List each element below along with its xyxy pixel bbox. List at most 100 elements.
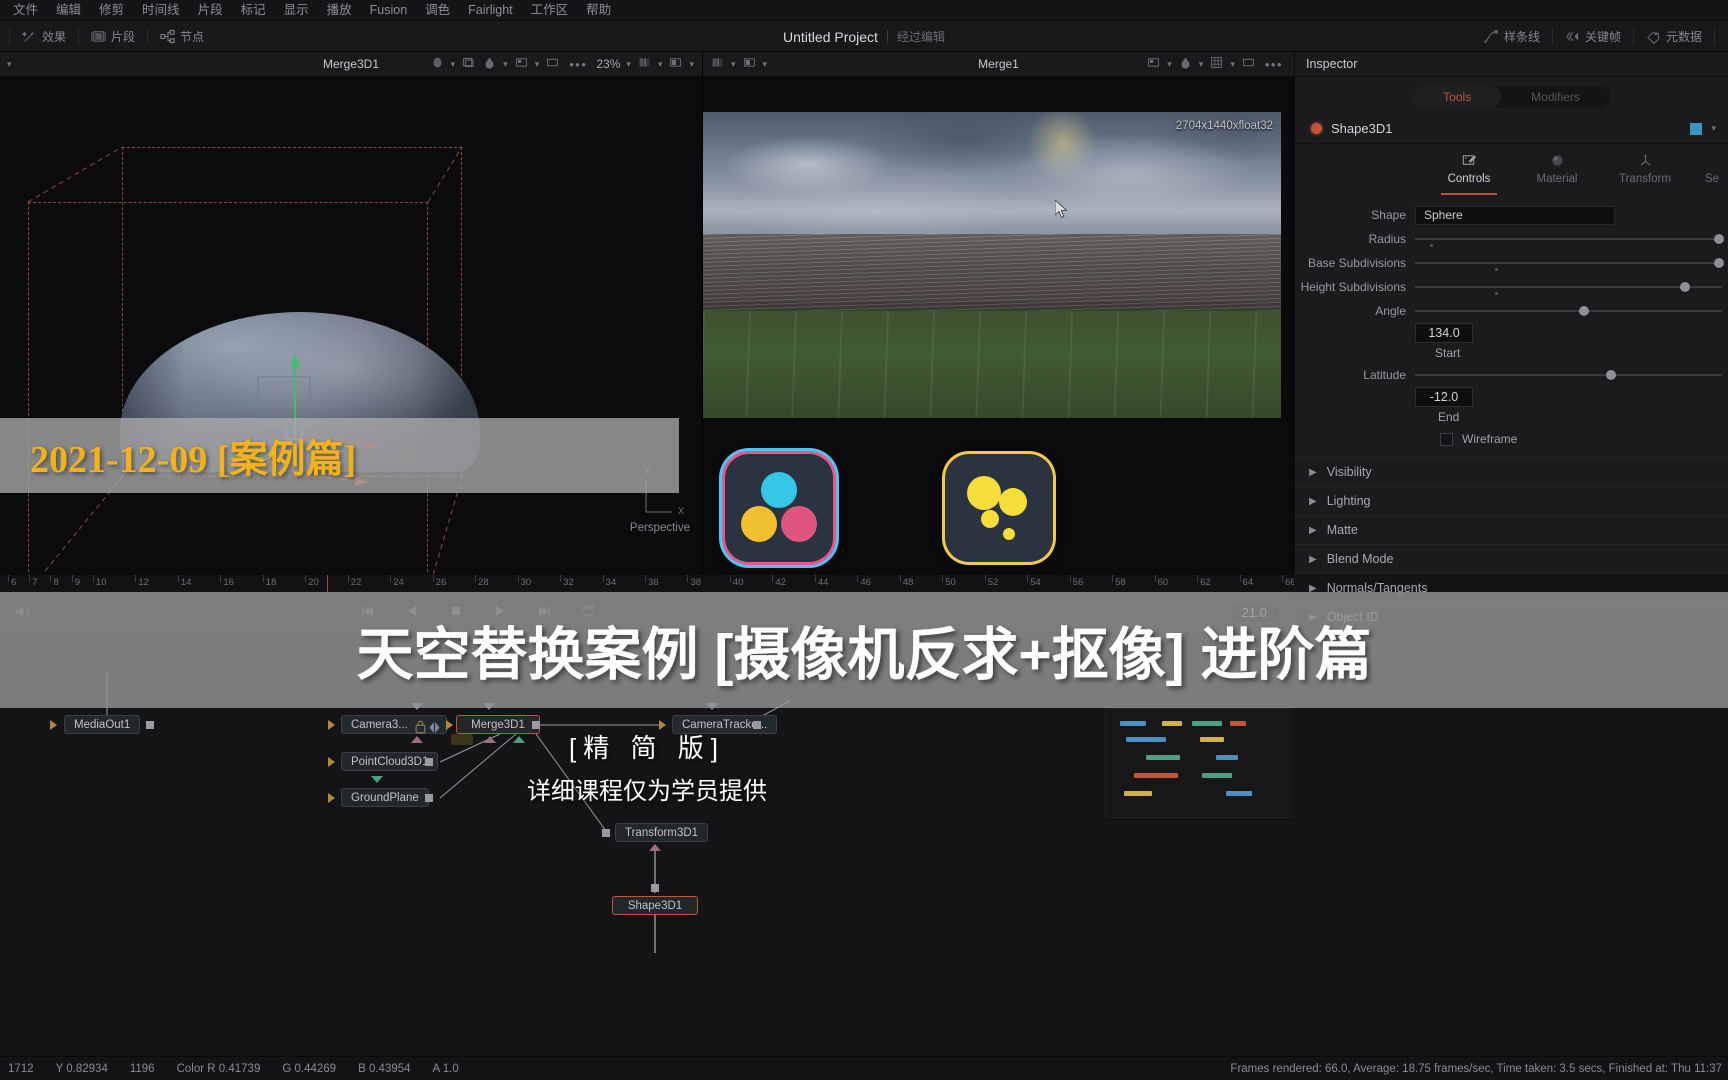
viewer-right-more-icon[interactable]: •••	[1260, 57, 1288, 72]
node-mediaout1[interactable]: MediaOut1	[64, 715, 141, 734]
tab-settings[interactable]: Se	[1702, 153, 1722, 195]
node-pointcloud3d1[interactable]: PointCloud3D1	[341, 752, 439, 771]
slider-knob[interactable]	[1680, 282, 1691, 292]
param-height-subdivisions-slider[interactable]	[1415, 281, 1722, 295]
viewer-left-channels-icon[interactable]	[635, 54, 654, 74]
visibility-eye-icon[interactable]	[427, 720, 440, 734]
slider-knob[interactable]	[1578, 306, 1589, 316]
spline-button[interactable]: 样条线	[1475, 25, 1549, 48]
viewer-left-color-icon[interactable]	[428, 54, 447, 74]
viewer-right-subview-icon[interactable]	[1144, 54, 1163, 74]
node-color-swatch[interactable]	[1690, 122, 1703, 135]
menu-item[interactable]: 工作区	[522, 0, 578, 21]
viewer-left-color-chevron-down-icon[interactable]: ▾	[449, 59, 458, 70]
viewer-left-lut-icon[interactable]	[480, 54, 499, 74]
menu-item[interactable]: 播放	[318, 0, 361, 21]
node-transform3d1[interactable]: Transform3D1	[615, 823, 709, 842]
nodes-button[interactable]: 节点	[151, 25, 213, 48]
node-options-chevron-down-icon[interactable]: ▾	[1709, 123, 1718, 134]
viewer-left-layout-icon[interactable]	[666, 54, 685, 74]
viewer-right-layout-chevron-down-icon[interactable]: ▾	[761, 59, 770, 70]
viewer-right-fit-icon[interactable]	[1239, 54, 1258, 74]
accordion-visibility[interactable]: ▶ Visibility	[1295, 457, 1728, 486]
menu-item[interactable]: 时间线	[133, 0, 189, 21]
menu-item[interactable]: 编辑	[47, 0, 90, 21]
node-shape3d1-output-square[interactable]	[651, 884, 659, 892]
metadata-button[interactable]: 元数据	[1637, 25, 1711, 48]
tab-material[interactable]: Material	[1526, 153, 1588, 195]
menu-item[interactable]: 修剪	[90, 0, 133, 21]
timeline-ruler[interactable]: 6 7 8 9 10 12 14 16 18 20 22 24 26 28 30 32 34 36 38 40 42 44…	[0, 574, 1294, 592]
node-groundplane-input-arrow-icon[interactable]	[328, 793, 335, 803]
node-enable-toggle-icon[interactable]	[1311, 123, 1322, 134]
node-camera3d1-input-arrow-icon[interactable]	[328, 720, 335, 730]
viewer-left-zoom-chevron-down-icon[interactable]: ▾	[624, 59, 633, 70]
accordion-lighting[interactable]: ▶ Lighting	[1295, 486, 1728, 515]
viewer-right-grid-chevron-down-icon[interactable]: ▾	[1228, 59, 1237, 70]
viewer-left-layout-chevron-down-icon[interactable]: ▾	[687, 59, 696, 70]
viewer-left-zoom-level[interactable]: 23%	[594, 57, 622, 71]
playhead[interactable]	[326, 575, 328, 592]
menu-item[interactable]: 显示	[275, 0, 318, 21]
node-pointcloud3d1-input-arrow-icon[interactable]	[328, 757, 335, 767]
node-cameratracker[interactable]: CameraTracke...	[672, 715, 778, 734]
param-shape-value[interactable]: Sphere	[1415, 205, 1615, 225]
transform-gizmo[interactable]	[0, 77, 702, 574]
node-groundplane-top-connector[interactable]	[371, 776, 383, 783]
param-latitude-value[interactable]: -12.0	[1415, 387, 1473, 407]
accordion-matte[interactable]: ▶ Matte	[1295, 515, 1728, 544]
node-merge3d1-output-square[interactable]	[532, 721, 540, 729]
node-groundplane-output-square[interactable]	[425, 794, 433, 802]
viewer-left-subview-icon[interactable]	[512, 54, 531, 74]
tab-tools[interactable]: Tools	[1413, 86, 1502, 108]
inspector-node-row[interactable]: Shape3D1 ▾	[1295, 114, 1728, 144]
node-mediaout1-output-square[interactable]	[146, 721, 154, 729]
viewer-left-canvas[interactable]: Y X Perspective 2021-12-09 [案例篇]	[0, 77, 702, 574]
menu-item[interactable]: Fairlight	[459, 0, 521, 21]
param-angle-slider[interactable]	[1415, 305, 1722, 317]
menu-item[interactable]: 片段	[189, 0, 232, 21]
slider-knob[interactable]	[1713, 258, 1724, 268]
tab-modifiers[interactable]: Modifiers	[1501, 86, 1610, 108]
tab-controls[interactable]: Controls	[1438, 153, 1500, 195]
node-camera3d1-bottom-connector[interactable]	[411, 736, 423, 743]
node-transform3d1-bottom-connector[interactable]	[649, 844, 661, 851]
viewer-left-more-icon[interactable]: •••	[564, 57, 592, 72]
viewer-right-canvas[interactable]: 2704x1440xfloat32	[703, 77, 1294, 574]
node-camera3d1[interactable]: Camera3...	[341, 715, 447, 734]
node-cameratracker-output-square[interactable]	[753, 721, 761, 729]
wireframe-checkbox[interactable]	[1440, 432, 1453, 446]
node-pointcloud3d1-output-square[interactable]	[425, 758, 433, 766]
menu-item[interactable]: Fusion	[361, 0, 417, 21]
menu-item[interactable]: 调色	[416, 0, 459, 21]
viewer-left-fit-icon[interactable]	[543, 54, 562, 74]
effects-button[interactable]: 效果	[13, 25, 75, 48]
slider-knob[interactable]	[1713, 234, 1724, 244]
node-merge3d1[interactable]: Merge3D1	[456, 715, 540, 734]
viewer-right-subview-chevron-down-icon[interactable]: ▾	[1165, 59, 1174, 70]
param-radius-slider[interactable]	[1415, 233, 1724, 247]
viewer-right-lut-chevron-down-icon[interactable]: ▾	[1197, 59, 1206, 70]
viewer-left-source-chevron-down-icon[interactable]: ▾	[5, 59, 14, 70]
param-latitude-slider[interactable]	[1415, 369, 1722, 381]
menu-item[interactable]: 文件	[4, 0, 47, 21]
node-merge3d1-input-connector-c[interactable]	[513, 736, 525, 743]
keyframe-mini-panel[interactable]	[1105, 708, 1294, 818]
viewer-right-lut-icon[interactable]	[1176, 54, 1195, 74]
accordion-blend-mode[interactable]: ▶ Blend Mode	[1295, 544, 1728, 573]
viewer-left-window-icon[interactable]	[459, 54, 478, 74]
tab-transform[interactable]: Transform	[1614, 153, 1676, 195]
lock-icon[interactable]	[413, 719, 426, 734]
viewer-left-channels-chevron-down-icon[interactable]: ▾	[656, 59, 665, 70]
param-angle-value[interactable]: 134.0	[1415, 323, 1473, 343]
viewer-right-grid-icon[interactable]	[1207, 54, 1226, 74]
node-transform3d1-output-square[interactable]	[602, 829, 610, 837]
viewer-left-lut-chevron-down-icon[interactable]: ▾	[501, 59, 510, 70]
keyframes-button[interactable]: 关键帧	[1556, 25, 1630, 48]
menu-item[interactable]: 帮助	[577, 0, 620, 21]
viewer-right-channels-chevron-down-icon[interactable]: ▾	[729, 59, 738, 70]
menu-item[interactable]: 标记	[232, 0, 275, 21]
node-merge3d1-input-connector-b[interactable]	[484, 736, 496, 743]
viewer-right-layout-icon[interactable]	[740, 54, 759, 74]
clips-button[interactable]: 片段	[82, 25, 144, 48]
